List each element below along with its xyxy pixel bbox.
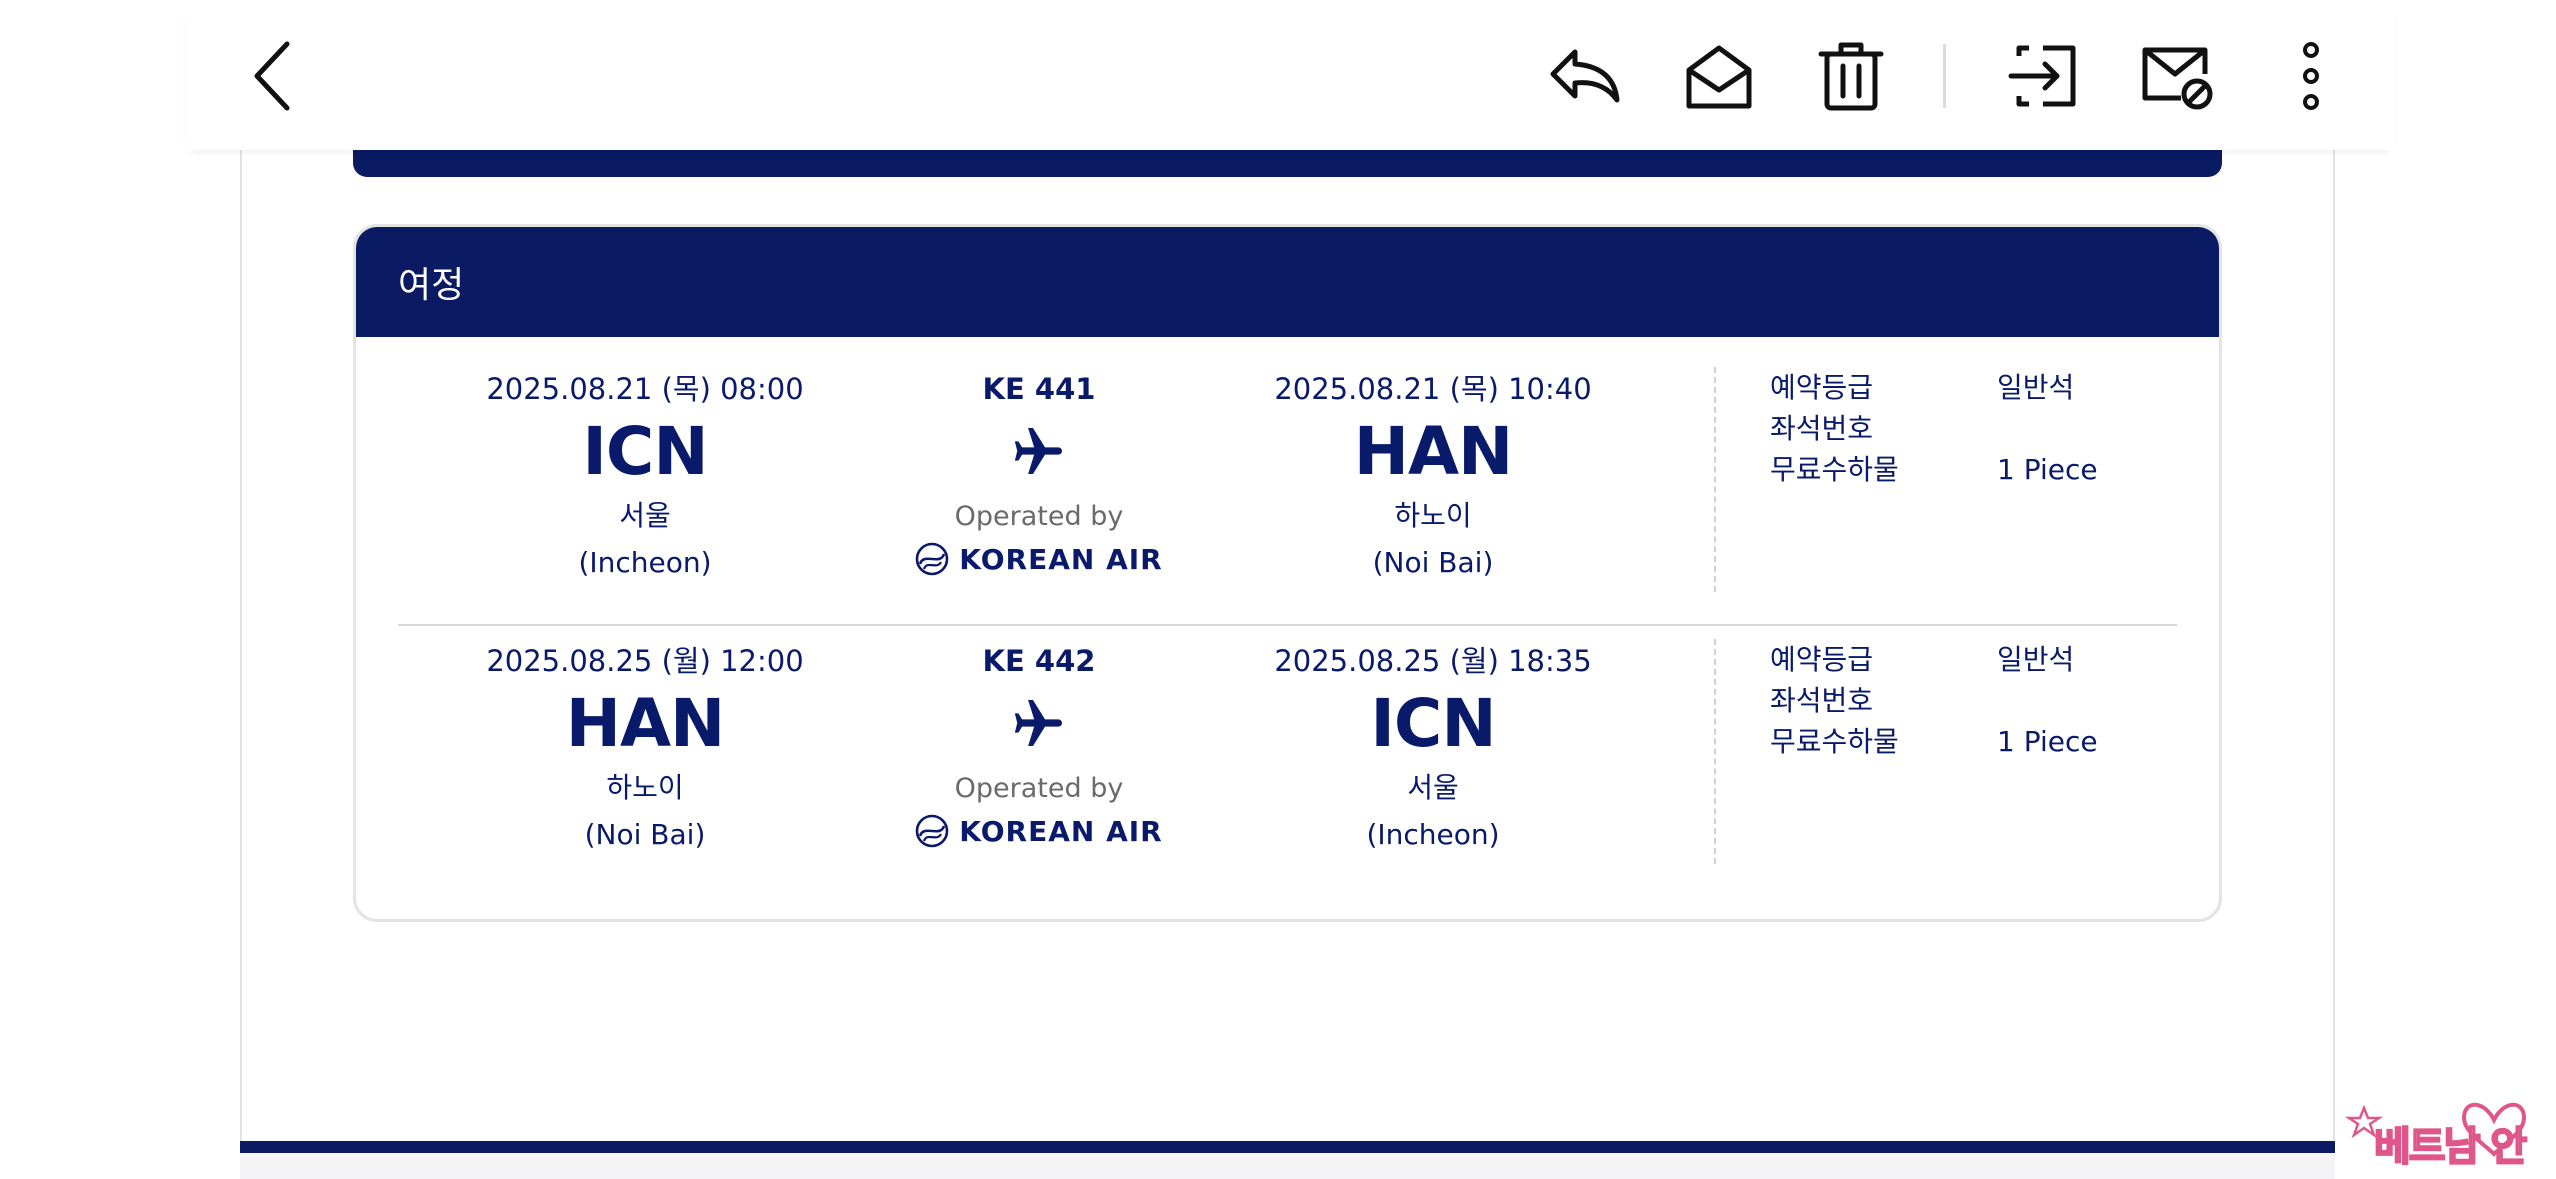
- watermark-text: 베트남 안방: [2373, 1123, 2528, 1171]
- flight-number: KE 442: [982, 644, 1096, 678]
- block-mail-icon: [2142, 47, 2213, 110]
- departure-datetime: 2025.08.25 (월) 12:00: [486, 644, 804, 678]
- baggage-label: 무료수하물: [1770, 453, 1899, 486]
- mail-toolbar: [185, 0, 2395, 150]
- arrival-datetime: 2025.08.25 (월) 18:35: [1274, 644, 1592, 678]
- departure-airport-code: HAN: [565, 685, 726, 762]
- arrival-airport-code: ICN: [1370, 685, 1496, 762]
- baggage-row: 무료수하물 1 Piece: [1770, 721, 2170, 762]
- arrival-block: 2025.08.21 (목) 10:40 HAN 하노이 (Noi Bai): [1186, 367, 1680, 585]
- reply-icon: [1550, 49, 1620, 103]
- flight-number: KE 441: [982, 372, 1096, 406]
- departure-city: 서울: [619, 499, 671, 532]
- baggage-value: 1 Piece: [1997, 453, 2098, 486]
- dashed-divider: [1714, 367, 1716, 592]
- baggage-label: 무료수하물: [1770, 725, 1899, 758]
- email-footer: [240, 1153, 2335, 1179]
- carrier-logo: KOREAN AIR: [892, 535, 1186, 583]
- baggage-value: 1 Piece: [1997, 725, 2098, 758]
- more-options-button[interactable]: [2271, 36, 2351, 116]
- booking-class-row: 예약등급 일반석: [1770, 639, 2170, 680]
- email-footer-bar: [240, 1141, 2335, 1153]
- departure-airport-name: (Incheon): [578, 546, 712, 579]
- trash-icon: [1818, 42, 1884, 111]
- departure-block: 2025.08.21 (목) 08:00 ICN 서울 (Incheon): [398, 367, 892, 585]
- back-button[interactable]: [235, 36, 315, 116]
- flight-segment: 2025.08.21 (목) 08:00 ICN 서울 (Incheon) KE…: [398, 367, 2177, 617]
- arrival-airport-name: (Noi Bai): [1372, 546, 1494, 579]
- arrival-city: 서울: [1407, 771, 1459, 804]
- segment-divider: [398, 624, 2177, 626]
- carrier-name: KOREAN AIR: [959, 542, 1163, 576]
- dashed-divider: [1714, 639, 1716, 864]
- departure-airport-name: (Noi Bai): [584, 818, 706, 851]
- flight-block: KE 441 Operated by KOREAN AIR: [892, 367, 1186, 583]
- departure-datetime: 2025.08.21 (목) 08:00: [486, 372, 804, 406]
- itinerary-title: 여정: [398, 265, 465, 306]
- chevron-left-icon: [254, 41, 290, 111]
- booking-details: 예약등급 일반석 좌석번호 무료수하물 1 Piece: [1770, 639, 2170, 762]
- arrival-airport-code: HAN: [1353, 413, 1514, 490]
- korean-air-taegeuk-icon: [915, 814, 949, 848]
- mark-read-button[interactable]: [1679, 36, 1759, 116]
- booking-class-value: 일반석: [1997, 643, 2075, 676]
- arrival-datetime: 2025.08.21 (목) 10:40: [1274, 372, 1592, 406]
- airplane-icon: [892, 411, 1186, 491]
- booking-class-label: 예약등급: [1770, 371, 1874, 404]
- flight-block: KE 442 Operated by KOREAN AIR: [892, 639, 1186, 855]
- booking-class-row: 예약등급 일반석: [1770, 367, 2170, 408]
- seat-row: 좌석번호: [1770, 680, 2170, 721]
- envelope-open-icon: [1686, 45, 1752, 109]
- seat-label: 좌석번호: [1770, 684, 1874, 717]
- previous-card-edge: [353, 150, 2222, 177]
- watermark: 베트남 안방: [2344, 1070, 2544, 1171]
- itinerary-card: 여정 2025.08.21 (목) 08:00 ICN 서울 (Incheon)…: [353, 224, 2222, 922]
- operated-by-label: Operated by: [954, 773, 1124, 804]
- arrival-airport-name: (Incheon): [1366, 818, 1500, 851]
- booking-class-label: 예약등급: [1770, 643, 1874, 676]
- seat-row: 좌석번호: [1770, 408, 2170, 449]
- block-sender-button[interactable]: [2137, 36, 2217, 116]
- korean-air-taegeuk-icon: [915, 542, 949, 576]
- seat-label: 좌석번호: [1770, 412, 1874, 445]
- booking-class-value: 일반석: [1997, 371, 2075, 404]
- arrival-block: 2025.08.25 (월) 18:35 ICN 서울 (Incheon): [1186, 639, 1680, 857]
- carrier-name: KOREAN AIR: [959, 814, 1163, 848]
- booking-details: 예약등급 일반석 좌석번호 무료수하물 1 Piece: [1770, 367, 2170, 490]
- arrival-city: 하노이: [1394, 499, 1472, 532]
- move-to-icon: [2008, 45, 2076, 107]
- departure-airport-code: ICN: [582, 413, 708, 490]
- reply-button[interactable]: [1545, 36, 1625, 116]
- airplane-icon: [892, 683, 1186, 763]
- move-button[interactable]: [2005, 36, 2085, 116]
- baggage-row: 무료수하물 1 Piece: [1770, 449, 2170, 490]
- delete-button[interactable]: [1811, 36, 1891, 116]
- flight-segment: 2025.08.25 (월) 12:00 HAN 하노이 (Noi Bai) K…: [398, 639, 2177, 889]
- operated-by-label: Operated by: [954, 501, 1124, 532]
- carrier-logo: KOREAN AIR: [892, 807, 1186, 855]
- itinerary-header: 여정: [356, 227, 2219, 337]
- toolbar-divider: [1943, 44, 1946, 108]
- more-vertical-icon: [2303, 42, 2319, 110]
- departure-city: 하노이: [606, 771, 684, 804]
- departure-block: 2025.08.25 (월) 12:00 HAN 하노이 (Noi Bai): [398, 639, 892, 857]
